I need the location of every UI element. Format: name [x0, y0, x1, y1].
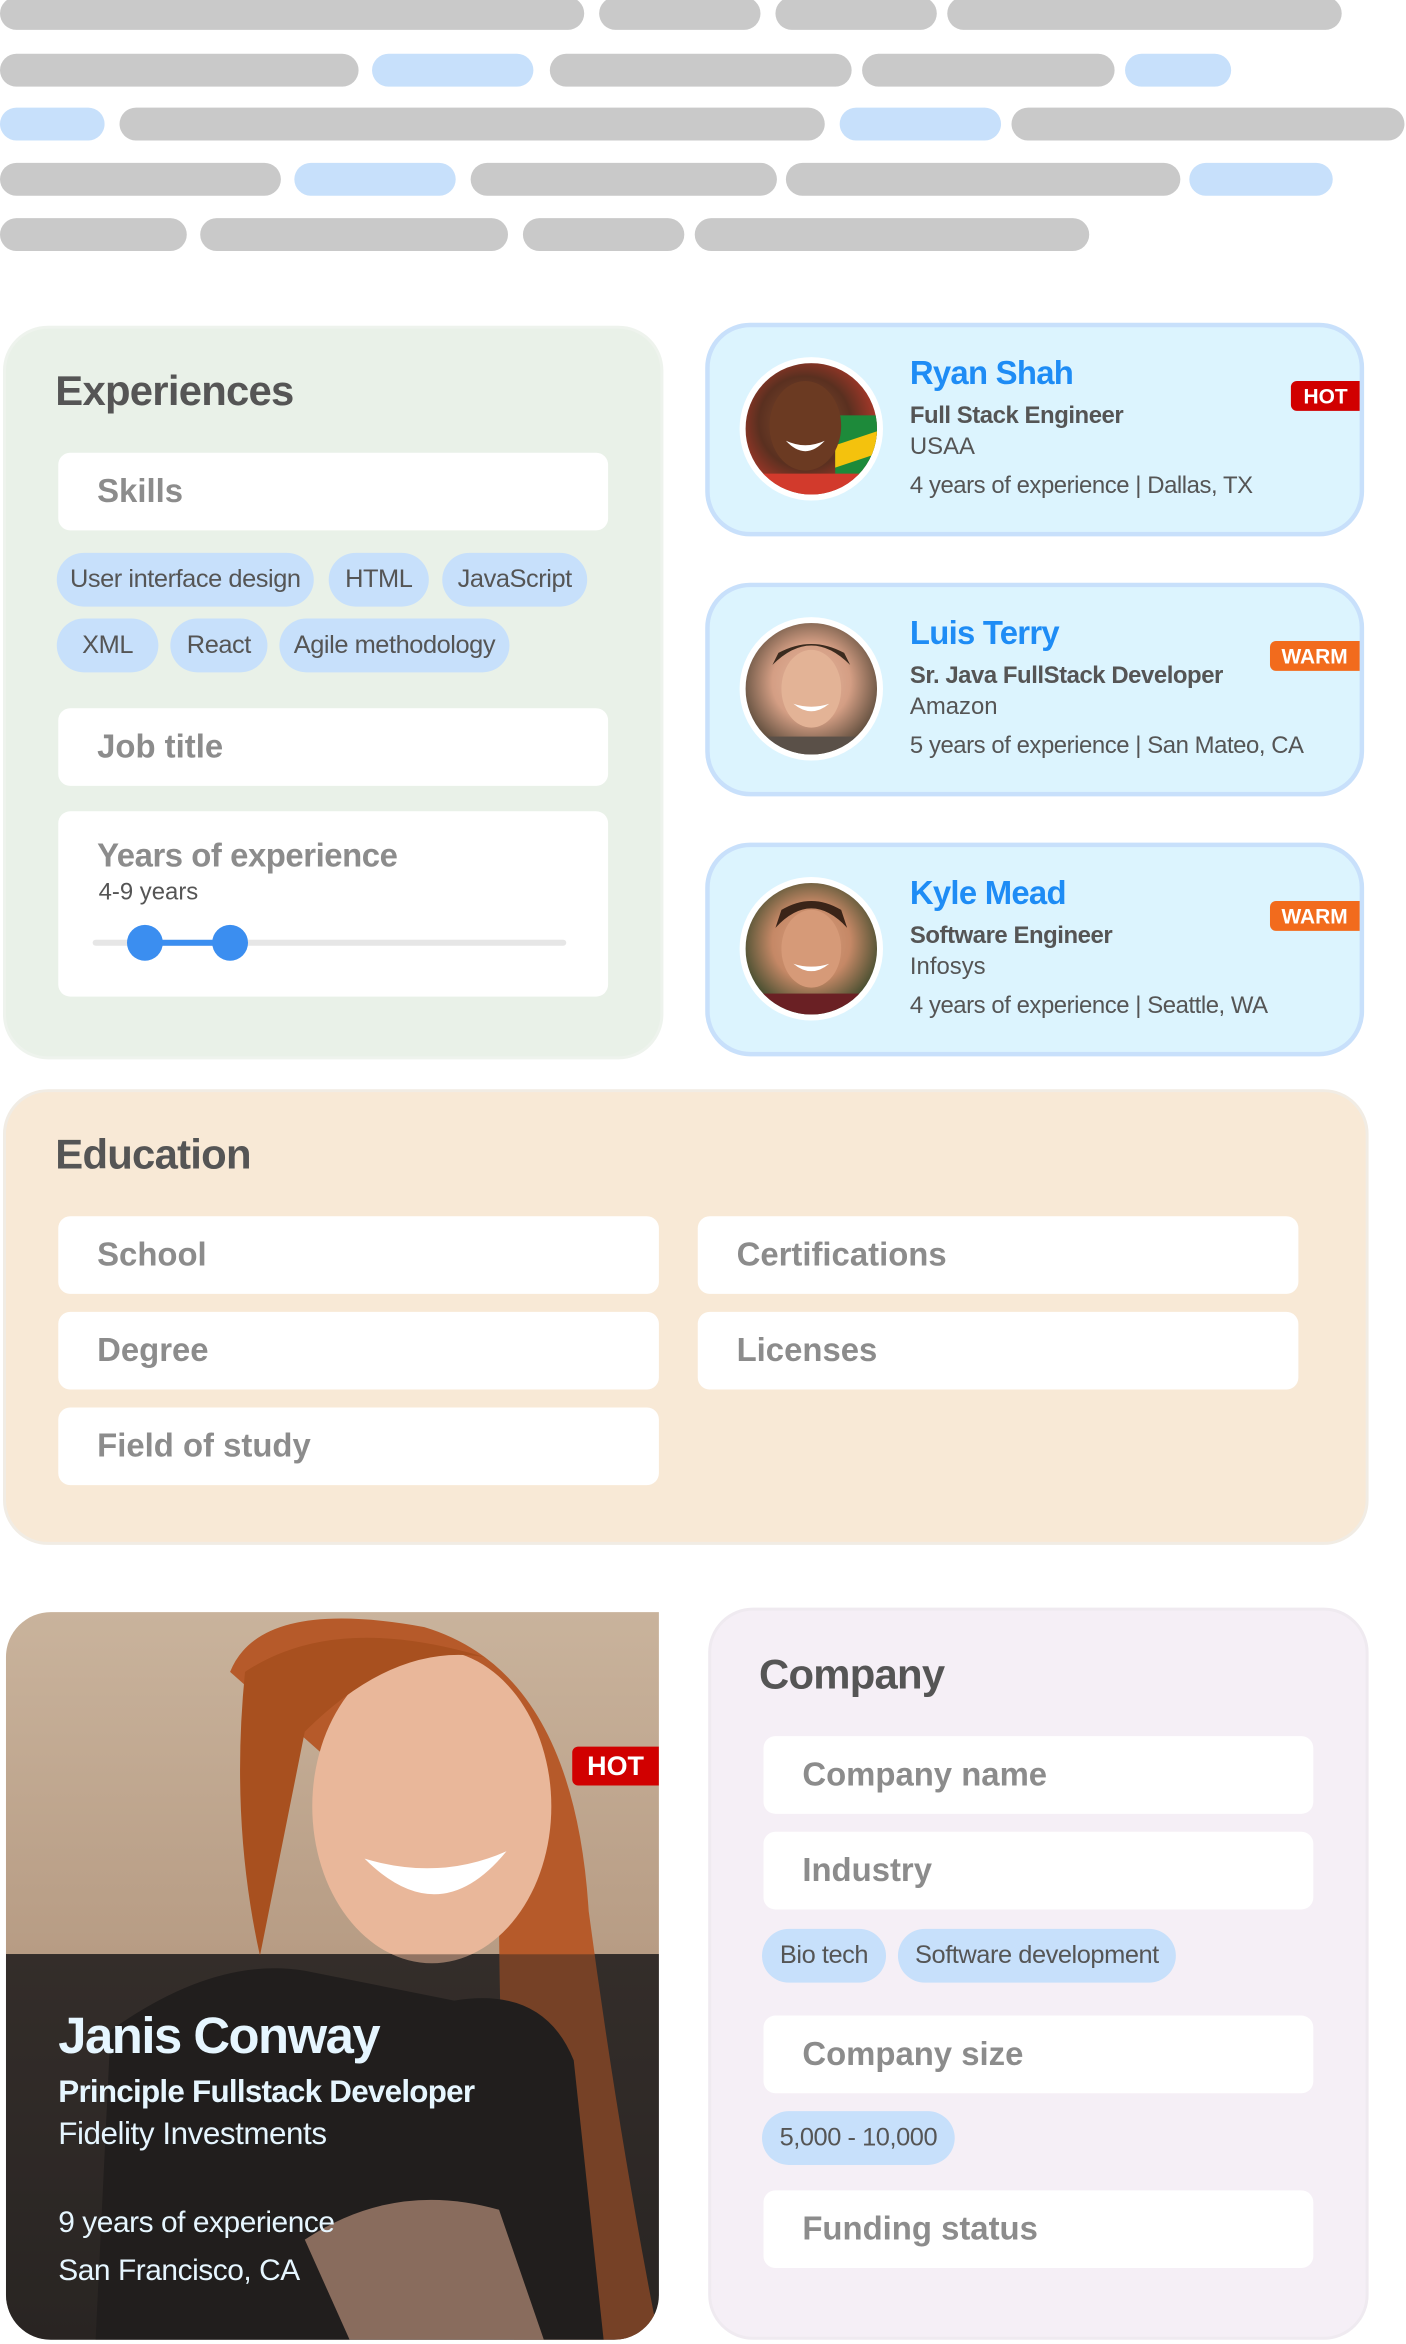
industry-input[interactable]: Industry — [763, 1831, 1314, 1910]
years-label: Years of experience — [97, 836, 398, 875]
candidate-location: Seattle, WA — [1147, 993, 1268, 1019]
avatar-portrait — [745, 900, 878, 1015]
placeholder-line — [1011, 107, 1405, 141]
placeholder-line — [119, 107, 825, 141]
avatar — [739, 357, 884, 501]
school-input[interactable]: School — [58, 1216, 659, 1294]
candidate-location: Dallas, TX — [1147, 473, 1253, 500]
education-title: Education — [55, 1131, 251, 1178]
company-size-chip[interactable]: 5,000 - 10,000 — [761, 2111, 955, 2165]
candidate-title: Sr. Java FullStack Developer — [909, 663, 1223, 689]
avatar — [739, 877, 884, 1021]
avatar-portrait — [745, 380, 878, 495]
placeholder-link — [1125, 53, 1232, 87]
skill-chip[interactable]: JavaScript — [442, 552, 588, 607]
placeholder-line — [522, 218, 685, 252]
separator: | — [1135, 473, 1142, 500]
candidate-details: 5 years of experience | San Mateo, CA — [910, 734, 1304, 761]
placeholder-line — [549, 53, 852, 87]
candidate-details: 4 years of experience | Dallas, TX — [910, 474, 1253, 501]
placeholder-line — [775, 0, 937, 30]
candidate-experience: 4 years of experience — [909, 473, 1130, 500]
education-panel: Education School Degree Field of study C… — [2, 1089, 1369, 1545]
separator: | — [1135, 733, 1142, 760]
candidate-title: Full Stack Engineer — [909, 403, 1124, 429]
skill-chip[interactable]: React — [170, 618, 268, 673]
funding-status-input[interactable]: Funding status — [763, 2190, 1314, 2269]
avatar-portrait — [745, 643, 878, 755]
industry-chip[interactable]: Bio tech — [761, 1928, 887, 1983]
candidate-name[interactable]: Ryan Shah — [910, 354, 1074, 393]
candidate-company: Infosys — [909, 954, 986, 981]
skill-chip[interactable]: XML — [56, 618, 159, 673]
years-of-experience-filter: Years of experience 4-9 years — [58, 811, 609, 997]
skill-chip[interactable]: Agile methodology — [279, 618, 510, 673]
placeholder-link — [372, 53, 534, 87]
experiences-panel: Experiences Skills User interface design… — [2, 325, 664, 1060]
candidate-location: San Mateo, CA — [1147, 733, 1304, 760]
company-size-input[interactable]: Company size — [763, 2015, 1314, 2094]
placeholder-line — [0, 218, 187, 252]
placeholder-line — [470, 162, 777, 196]
skill-chip[interactable]: User interface design — [56, 552, 314, 607]
featured-location: San Francisco, CA — [58, 2254, 300, 2288]
featured-name[interactable]: Janis Conway — [58, 2008, 380, 2066]
placeholder-line — [694, 218, 1090, 252]
years-value: 4-9 years — [98, 880, 199, 906]
placeholder-line — [0, 53, 359, 87]
candidate-experience: 5 years of experience — [909, 733, 1130, 760]
placeholder-link — [294, 162, 456, 196]
slider-min-handle[interactable] — [126, 924, 163, 961]
placeholder-line — [0, 0, 585, 30]
company-name-input[interactable]: Company name — [763, 1736, 1314, 1814]
industry-chip[interactable]: Software development — [897, 1928, 1176, 1983]
skill-chip[interactable]: HTML — [328, 552, 429, 607]
placeholder-link — [839, 107, 1002, 141]
candidate-details: 4 years of experience | Seattle, WA — [910, 994, 1268, 1021]
placeholder-link — [1189, 162, 1333, 196]
placeholder-line — [947, 0, 1342, 30]
placeholder-line — [0, 162, 281, 196]
candidate-card[interactable]: Ryan Shah Full Stack Engineer USAA 4 yea… — [705, 322, 1365, 537]
featured-title: Principle Fullstack Developer — [58, 2075, 475, 2110]
company-panel: Company Company name Industry Bio tech S… — [708, 1607, 1369, 2340]
warm-badge: WARM — [1269, 900, 1360, 931]
skills-input[interactable]: Skills — [58, 452, 609, 531]
company-title: Company — [759, 1650, 945, 1698]
candidate-title: Software Engineer — [909, 923, 1113, 949]
degree-input[interactable]: Degree — [58, 1311, 659, 1390]
placeholder-link — [0, 107, 105, 141]
placeholder-line — [785, 162, 1181, 196]
separator: | — [1135, 993, 1142, 1019]
job-title-input[interactable]: Job title — [58, 708, 609, 786]
candidate-company: USAA — [909, 434, 976, 461]
placeholder-line — [862, 53, 1115, 87]
hot-badge: HOT — [572, 1746, 659, 1786]
placeholder-line — [200, 218, 508, 252]
candidate-name[interactable]: Kyle Mead — [910, 874, 1067, 913]
candidate-card[interactable]: Kyle Mead Software Engineer Infosys 4 ye… — [705, 842, 1365, 1057]
candidate-name[interactable]: Luis Terry — [910, 614, 1060, 653]
featured-candidate-card[interactable]: Janis Conway Principle Fullstack Develop… — [5, 1612, 659, 2340]
candidate-card[interactable]: Luis Terry Sr. Java FullStack Developer … — [705, 582, 1365, 797]
field-of-study-input[interactable]: Field of study — [58, 1407, 659, 1486]
warm-badge: WARM — [1269, 640, 1360, 671]
certifications-input[interactable]: Certifications — [697, 1216, 1299, 1294]
featured-company: Fidelity Investments — [58, 2117, 327, 2152]
placeholder-line — [599, 0, 761, 30]
avatar — [739, 617, 884, 761]
featured-experience: 9 years of experience — [58, 2206, 335, 2240]
slider-max-handle[interactable] — [212, 924, 249, 961]
candidate-company: Amazon — [909, 694, 998, 721]
experiences-title: Experiences — [55, 367, 294, 414]
hot-badge: HOT — [1291, 380, 1360, 411]
licenses-input[interactable]: Licenses — [697, 1311, 1299, 1390]
candidate-experience: 4 years of experience — [909, 993, 1130, 1019]
